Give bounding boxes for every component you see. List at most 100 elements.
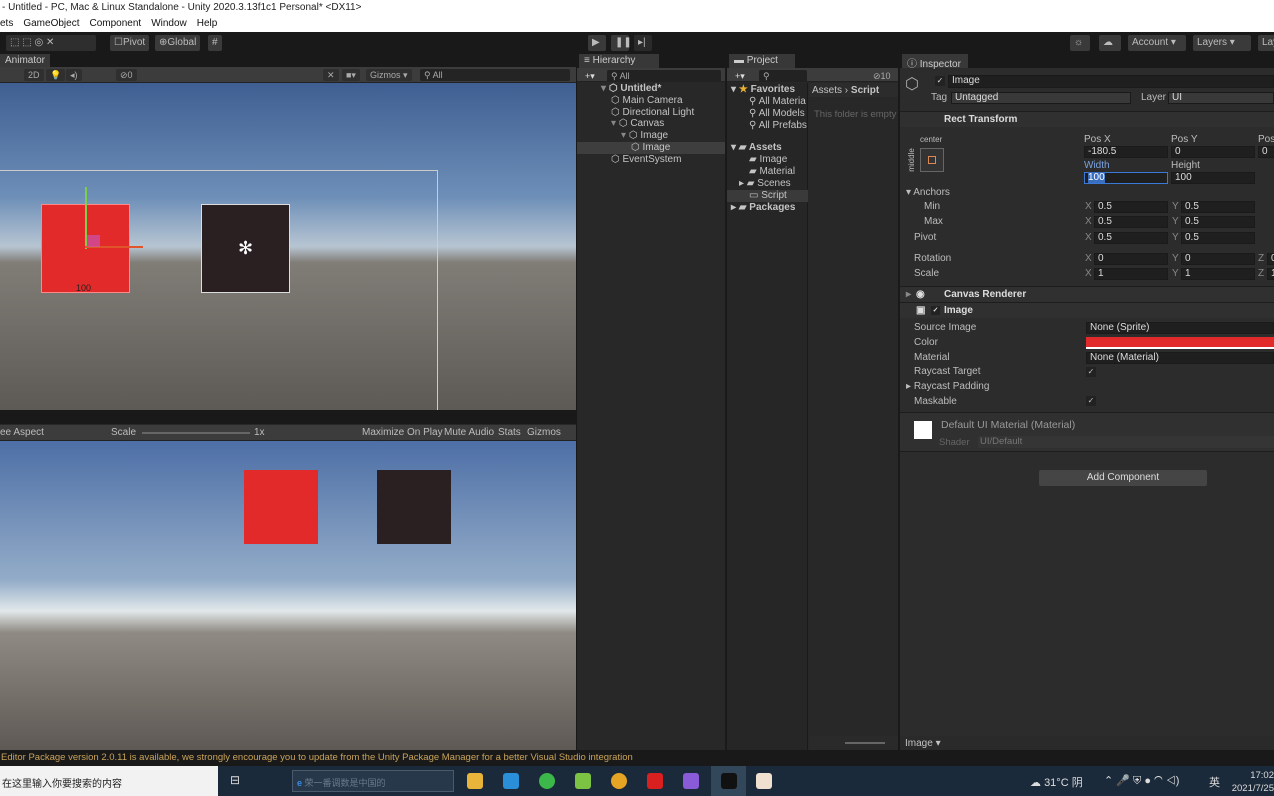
scene-view[interactable]: 100 ✻ [0,83,576,410]
min-y-field[interactable]: 0.5 [1181,201,1255,213]
rect-transform-header[interactable]: Rect Transform [900,111,1274,127]
browser-search-box[interactable]: e 荣一番调数是中国的 [292,770,454,792]
step-button[interactable]: ▸| [634,35,652,51]
weather-widget[interactable]: ☁ 31°C 阴 [1030,774,1083,790]
favorite-item[interactable]: ⚲ All Models [749,108,805,120]
rotation-x-field[interactable]: 0 [1094,253,1168,265]
material-field[interactable]: None (Material) [1086,352,1274,364]
lighting-icon[interactable]: 💡 [46,69,66,81]
pause-button[interactable]: ❚❚ [611,35,632,51]
maximize-on-play-toggle[interactable]: Maximize On Play [362,427,443,439]
menu-assets[interactable]: ets [0,18,13,32]
tray-icons[interactable]: ⌃ 🎤 ⛨ ● ◠ ◁) [1104,774,1179,788]
ime-indicator[interactable]: 英 [1209,774,1220,790]
play-button[interactable]: ▶ [588,35,606,51]
pos-z-field[interactable]: 0 [1258,146,1274,158]
favorite-item[interactable]: ⚲ All Prefabs [749,120,807,132]
game-view[interactable] [0,441,576,750]
camera-icon[interactable]: ■▾ [342,69,360,81]
status-bar-message[interactable]: Editor Package version 2.0.11 is availab… [0,750,1274,766]
menu-gameobject[interactable]: GameObject [23,18,79,32]
hierarchy-item[interactable]: ⬡ Image [577,142,725,154]
chrome-icon[interactable] [611,773,627,789]
global-toggle[interactable]: ⊕Global [155,35,201,51]
shader-dropdown[interactable]: UI/Default [978,436,1274,448]
clock[interactable]: 17:02 2021/7/25 [1226,769,1274,795]
tag-dropdown[interactable]: Untagged [951,92,1131,104]
expand-arrow-icon[interactable]: ▾ [601,83,609,94]
pivot-y-field[interactable]: 0.5 [1181,232,1255,244]
notepad-icon[interactable] [575,773,591,789]
color-field[interactable] [1086,337,1274,349]
folder-item[interactable]: ▰ Material [749,166,795,178]
scale-x-field[interactable]: 1 [1094,268,1168,280]
tools-icon[interactable]: ✕ [323,69,339,81]
unity-taskbar-button[interactable] [711,766,746,796]
pos-y-field[interactable]: 0 [1171,146,1255,158]
object-name-field[interactable]: Image [948,75,1274,88]
stats-toggle[interactable]: Stats [498,427,521,439]
favorites-folder[interactable]: ▾ ★ Favorites [731,84,795,96]
hierarchy-item[interactable]: ⬡ EventSystem [577,154,725,166]
file-explorer-icon[interactable] [467,773,483,789]
youdao-icon[interactable] [647,773,663,789]
expand-arrow-icon[interactable]: ▾ [611,118,619,129]
powerpoint-icon[interactable] [756,773,772,789]
assets-folder[interactable]: ▾ ▰ Assets [731,142,782,154]
game-gizmos-dropdown[interactable]: Gizmos [527,427,561,439]
image-enabled-checkbox[interactable]: ✓ [931,306,940,315]
hierarchy-item[interactable]: ⬡ Main Camera [577,95,725,107]
tab-animator[interactable]: Animator [0,54,51,68]
menu-component[interactable]: Component [89,18,141,32]
preview-dropdown[interactable]: Image [905,738,933,749]
taskbar-search-input[interactable]: 在这里输入你要搜索的内容 [0,766,218,796]
max-x-field[interactable]: 0.5 [1094,216,1168,228]
transform-tools[interactable]: ⬚ ⬚ ◎ ✕ [6,35,96,51]
tab-hierarchy[interactable]: ≡ Hierarchy [579,54,659,68]
breadcrumb-script[interactable]: Script [851,85,879,96]
scale-z-field[interactable]: 1 [1267,268,1274,280]
height-field[interactable]: 100 [1171,172,1255,184]
create-button[interactable]: +▾ [581,70,599,82]
hierarchy-item[interactable]: ▾ ⬡ Canvas [577,118,725,130]
rotation-y-field[interactable]: 0 [1181,253,1255,265]
min-x-field[interactable]: 0.5 [1094,201,1168,213]
hidden-packages-toggle[interactable]: ⊘10 [869,70,895,82]
hierarchy-search-input[interactable]: ⚲ All [607,70,721,82]
image-component-header[interactable]: ▣ ✓ Image [900,302,1274,318]
2d-toggle[interactable]: 2D [24,69,44,81]
layer-dropdown[interactable]: UI [1168,92,1274,104]
audio-icon[interactable]: ◂) [66,69,82,81]
pivot-x-field[interactable]: 0.5 [1094,232,1168,244]
anchors-foldout[interactable]: ▾ Anchors [906,187,950,199]
folder-item[interactable]: ▸ ▰ Scenes [739,178,791,190]
maskable-checkbox[interactable]: ✓ [1086,396,1096,406]
app-green-icon[interactable] [539,773,555,789]
breadcrumb-assets[interactable]: Assets [812,85,842,96]
add-component-button[interactable]: Add Component [1039,470,1207,486]
pivot-toggle[interactable]: ☐Pivot [110,35,150,51]
mute-audio-toggle[interactable]: Mute Audio [444,427,494,439]
scale-y-field[interactable]: 1 [1181,268,1255,280]
hierarchy-item[interactable]: ⬡ Directional Light [577,107,725,119]
hidden-objects-toggle[interactable]: ⊘0 [116,69,137,81]
tab-project[interactable]: ▬ Project [729,54,795,68]
active-checkbox[interactable]: ✓ [935,76,945,86]
project-create-button[interactable]: +▾ [731,70,749,82]
project-search-input[interactable]: ⚲ [759,70,807,82]
grid-snap-button[interactable]: # [208,35,222,51]
mail-icon[interactable] [503,773,519,789]
layers-dropdown[interactable]: Layers ▾ [1193,35,1251,51]
folder-item-selected[interactable]: ▭ Script [727,190,808,202]
icon-size-slider[interactable] [845,742,885,744]
max-y-field[interactable]: 0.5 [1181,216,1255,228]
xy-plane-handle[interactable] [87,235,100,247]
aspect-dropdown[interactable]: ee Aspect [0,427,44,439]
canvas-renderer-header[interactable]: ▸ ◉ Canvas Renderer [900,286,1274,302]
layout-dropdown[interactable]: Lay [1258,35,1274,51]
raycast-target-checkbox[interactable]: ✓ [1086,367,1096,377]
raycast-padding-foldout[interactable]: ▸ Raycast Padding [906,381,989,393]
width-field[interactable]: 100 [1084,172,1168,184]
pos-x-field[interactable]: -180.5 [1084,146,1168,158]
menu-window[interactable]: Window [151,18,187,32]
